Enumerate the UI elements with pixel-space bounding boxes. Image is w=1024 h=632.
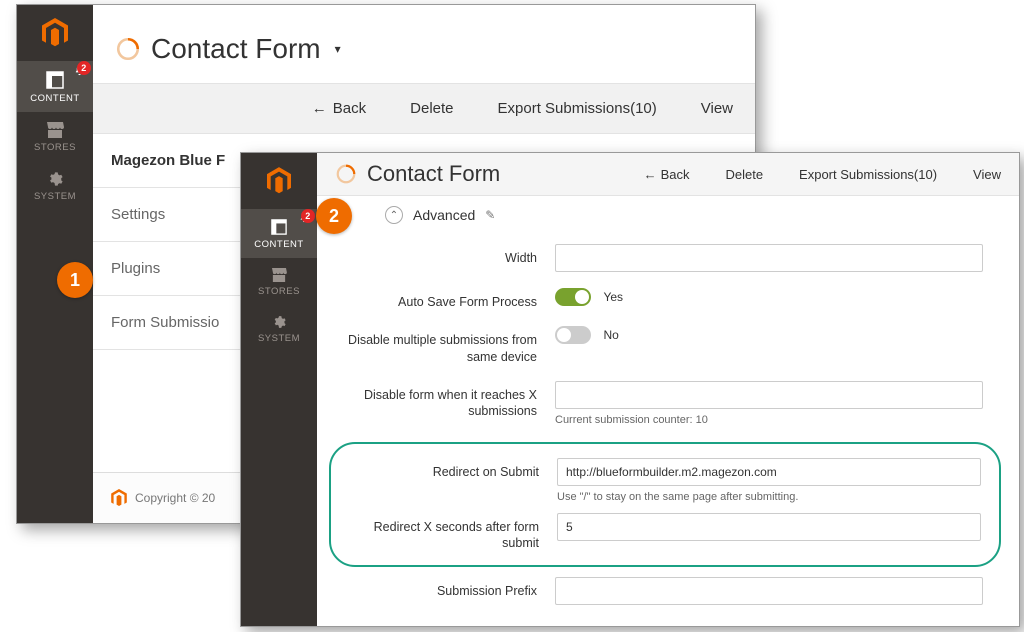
delete-button[interactable]: Delete: [410, 100, 453, 117]
panel-front: CONTENT 2 STORES SYSTEM Contact Form: [240, 152, 1020, 627]
redirect-delay-label: Redirect X seconds after form submit: [349, 513, 557, 552]
nav-content-label: CONTENT: [30, 93, 79, 104]
disable-reach-label: Disable form when it reaches X submissio…: [335, 381, 555, 420]
tab-form-submissions-label: Form Submissio: [111, 314, 219, 331]
disable-multi-state: No: [603, 328, 618, 342]
nav-content[interactable]: CONTENT 2: [241, 209, 317, 258]
nav-stores[interactable]: STORES: [17, 112, 93, 161]
delete-button[interactable]: Delete: [725, 167, 763, 182]
nav-system-label: SYSTEM: [34, 191, 76, 202]
title-row: Contact Form ← Back Delete Export Submiss…: [317, 153, 1019, 196]
disable-reach-helper: Current submission counter: 10: [555, 414, 983, 426]
tab-plugins-label: Plugins: [111, 260, 160, 277]
chevron-up-icon: ⌃: [390, 210, 398, 221]
notification-bell[interactable]: 2: [74, 65, 85, 79]
row-autosave: Auto Save Form Process Yes: [335, 288, 983, 310]
nav-content[interactable]: CONTENT 2: [17, 61, 93, 112]
magento-logo: [241, 153, 317, 209]
annotation-marker-1: 1: [57, 262, 93, 298]
view-button[interactable]: View: [973, 167, 1001, 182]
delete-label: Delete: [410, 100, 453, 117]
annotation-marker-2: 2: [316, 198, 352, 234]
page-title-row: Contact Form ▾: [93, 5, 755, 83]
notification-bell[interactable]: 2: [299, 213, 309, 226]
row-width: Width: [335, 244, 983, 272]
row-redirect-delay: Redirect X seconds after form submit: [349, 513, 981, 552]
export-button[interactable]: Export Submissions(10): [498, 100, 657, 117]
view-button[interactable]: View: [701, 100, 733, 117]
back-label: Back: [333, 100, 366, 117]
spinner-icon: [335, 163, 357, 185]
export-button[interactable]: Export Submissions(10): [799, 167, 937, 182]
delete-label: Delete: [725, 167, 763, 182]
disable-multi-label: Disable multiple submissions from same d…: [335, 326, 555, 365]
page-title: Contact Form: [151, 33, 321, 65]
copyright-text: Copyright © 20: [135, 491, 215, 505]
action-bar: ← Back Delete Export Submissions(10) View: [93, 83, 755, 134]
pencil-icon: ✎: [485, 208, 495, 222]
nav-system[interactable]: SYSTEM: [241, 305, 317, 352]
row-redirect: Redirect on Submit Use "/" to stay on th…: [349, 458, 981, 503]
row-disable-reach: Disable form when it reaches X submissio…: [335, 381, 983, 426]
width-input[interactable]: [555, 244, 983, 272]
arrow-left-icon: ←: [644, 167, 657, 182]
page-title: Contact Form: [367, 161, 500, 187]
autosave-label: Auto Save Form Process: [335, 288, 555, 310]
nav-stores-label: STORES: [34, 142, 76, 153]
redirect-helper: Use "/" to stay on the same page after s…: [557, 491, 981, 503]
magento-logo: [17, 5, 93, 61]
section-title: Advanced: [413, 207, 475, 223]
sidebar-b: CONTENT 2 STORES SYSTEM: [241, 153, 317, 626]
tab-settings-label: Settings: [111, 206, 165, 223]
export-label: Export Submissions(10): [799, 167, 937, 182]
main-b: Contact Form ← Back Delete Export Submiss…: [317, 153, 1019, 626]
section-header: ⌃ Advanced ✎: [317, 196, 1019, 234]
nav-content-label: CONTENT: [254, 239, 303, 250]
prefix-label: Submission Prefix: [335, 577, 555, 599]
nav-system[interactable]: SYSTEM: [17, 161, 93, 210]
spinner-icon: [115, 36, 141, 62]
redirect-delay-input[interactable]: [557, 513, 981, 541]
nav-system-label: SYSTEM: [258, 333, 300, 344]
highlight-redirect: Redirect on Submit Use "/" to stay on th…: [329, 442, 1001, 568]
form-area: Width Auto Save Form Process Yes Disable…: [317, 234, 1019, 605]
row-prefix: Submission Prefix: [335, 577, 983, 605]
row-disable-multi: Disable multiple submissions from same d…: [335, 326, 983, 365]
nav-stores-label: STORES: [258, 286, 300, 297]
view-label: View: [973, 167, 1001, 182]
nav-stores[interactable]: STORES: [241, 258, 317, 305]
redirect-label: Redirect on Submit: [349, 458, 557, 480]
autosave-toggle[interactable]: [555, 288, 591, 306]
disable-reach-input[interactable]: [555, 381, 983, 409]
width-label: Width: [335, 244, 555, 266]
edit-section-button[interactable]: ✎: [485, 208, 495, 222]
collapse-toggle[interactable]: ⌃: [385, 206, 403, 224]
notification-badge: 2: [77, 61, 91, 75]
autosave-state: Yes: [603, 290, 623, 304]
arrow-left-icon: ←: [312, 100, 327, 117]
view-label: View: [701, 100, 733, 117]
notification-badge: 2: [301, 209, 315, 223]
title-caret-icon[interactable]: ▾: [335, 42, 341, 56]
export-label: Export Submissions(10): [498, 100, 657, 117]
back-button[interactable]: ← Back: [312, 100, 366, 117]
magento-logo-small-icon: [111, 489, 127, 507]
action-bar: ← Back Delete Export Submissions(10) View: [644, 167, 1001, 182]
back-button[interactable]: ← Back: [644, 167, 690, 182]
redirect-input[interactable]: [557, 458, 981, 486]
prefix-input[interactable]: [555, 577, 983, 605]
disable-multi-toggle[interactable]: [555, 326, 591, 344]
back-label: Back: [661, 167, 690, 182]
